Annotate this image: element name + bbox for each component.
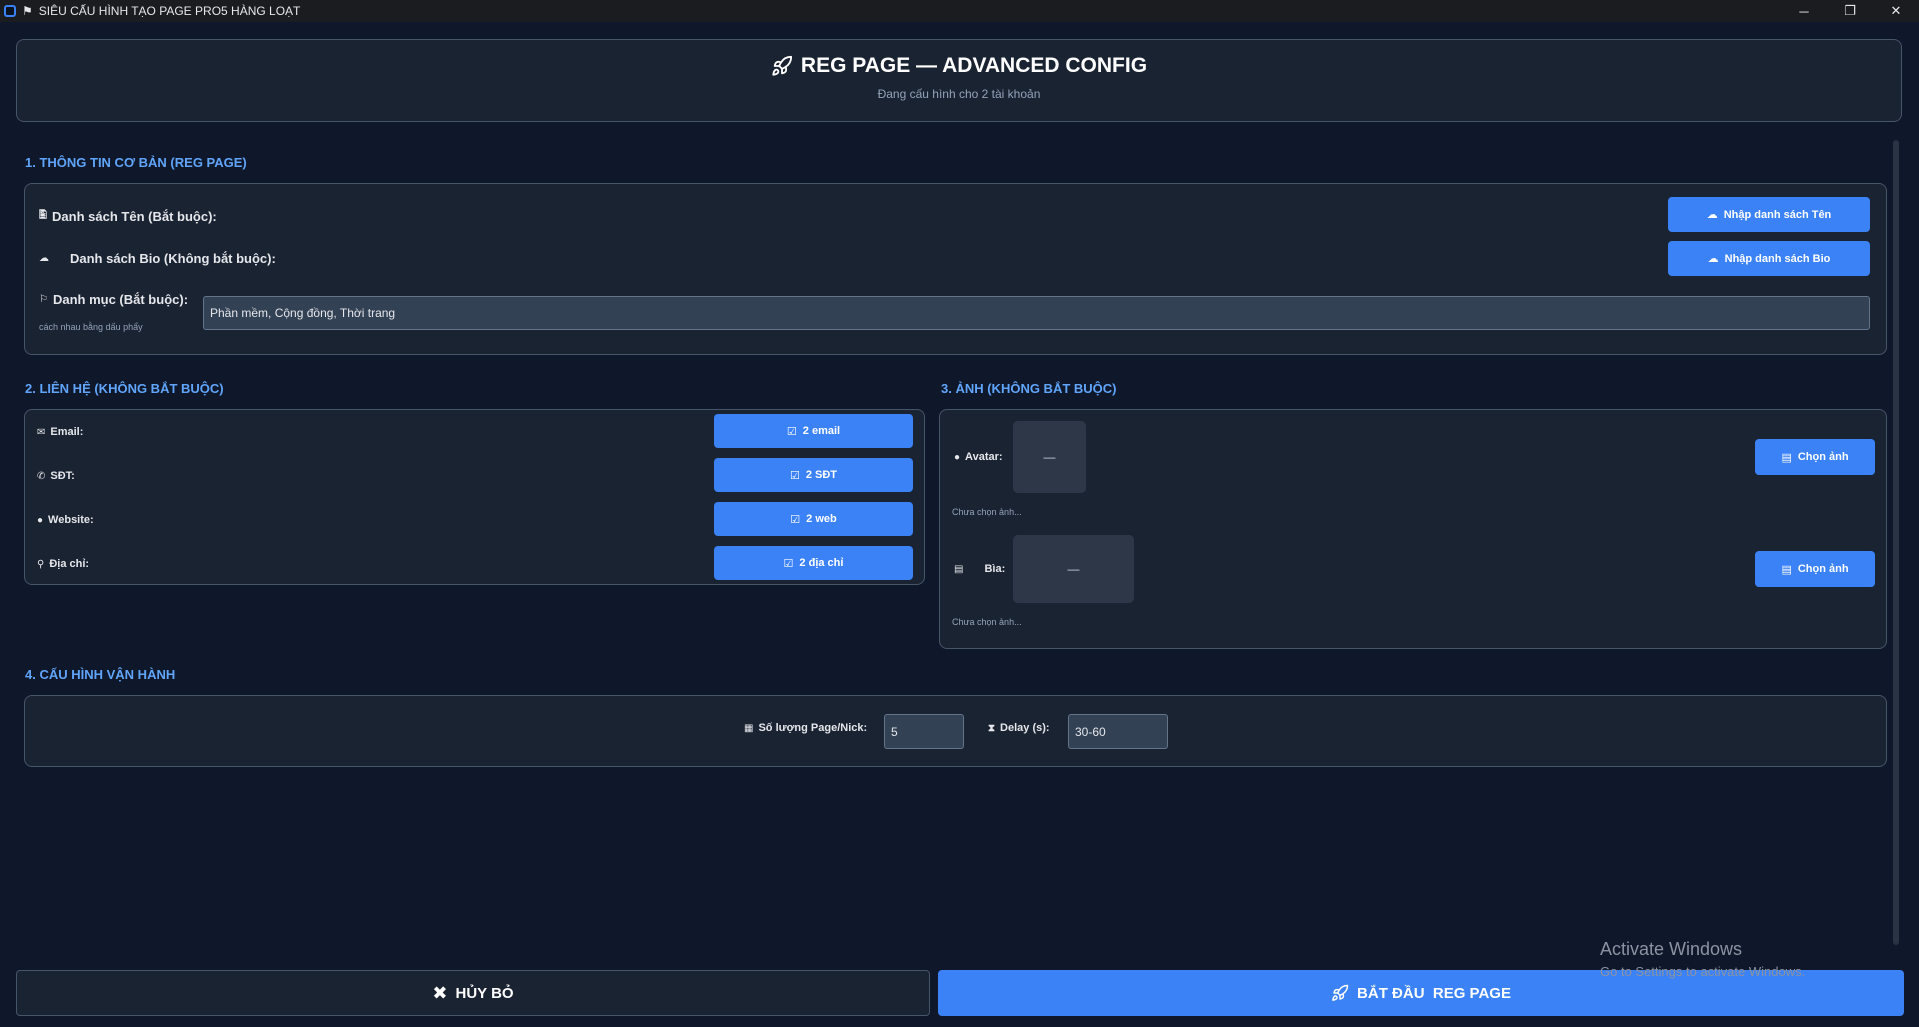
avatar-label: ● Avatar: [954, 451, 1003, 463]
quantity-label: ▦ Số lượng Page/Nick: [744, 722, 868, 734]
basic-info-card: 🖺 Danh sách Tên (Bắt buộc): ☁ Danh sách … [24, 183, 1887, 355]
window-title: SIÊU CẤU HÌNH TẠO PAGE PRO5 HÀNG LOẠT [38, 4, 301, 18]
checkbox-icon: ☑ [790, 513, 801, 526]
delay-input[interactable] [1068, 714, 1168, 749]
email-label: ✉ Email: [37, 426, 84, 438]
name-list-label: 🖺 Danh sách Tên (Bắt buộc): [39, 209, 217, 224]
cover-status: Chưa chọn ảnh... [952, 617, 1022, 627]
website-button[interactable]: ☑ 2 web [714, 502, 913, 536]
hourglass-icon: ⧗ [988, 722, 996, 734]
envelope-icon: ✉ [37, 426, 46, 438]
section-basic-info-title: 1. THÔNG TIN CƠ BẢN (REG PAGE) [25, 155, 247, 170]
section-contact-title: 2. LIÊN HỆ (KHÔNG BẮT BUỘC) [25, 381, 224, 396]
avatar-status: Chưa chọn ảnh... [952, 507, 1022, 517]
category-label: ⚐ Danh mục (Bắt buộc): [39, 292, 189, 307]
image-card: ● Avatar: — Chưa chọn ảnh... ▤ Chọn ảnh … [939, 409, 1887, 649]
contact-card: ✉ Email: ☑ 2 email ✆ SĐT: ☑ 2 SĐT ● Webs… [24, 409, 925, 585]
pin-icon: ⚲ [37, 558, 45, 570]
cloud-upload-icon: ☁ [1707, 253, 1719, 265]
checkbox-icon: ☑ [789, 469, 800, 482]
address-button[interactable]: ☑ 2 địa chỉ [714, 546, 913, 580]
page-subtitle: Đang cấu hình cho 2 tài khoản [877, 87, 1041, 101]
checkbox-icon: ☑ [786, 425, 797, 438]
user-icon: ● [954, 451, 961, 463]
cancel-button[interactable]: ✖ HỦY BỎ [16, 970, 930, 1016]
grid-icon: ▦ [744, 722, 754, 734]
vertical-scrollbar[interactable] [1893, 140, 1899, 945]
avatar-preview: — [1013, 421, 1086, 493]
window-titlebar: ⚑ SIÊU CẤU HÌNH TẠO PAGE PRO5 HÀNG LOẠT … [0, 0, 1919, 22]
choose-cover-button[interactable]: ▤ Chọn ảnh [1755, 551, 1875, 587]
close-icon: ✖ [432, 982, 448, 1003]
flag-icon: ⚑ [22, 4, 33, 18]
import-bio-button[interactable]: ☁ Nhập danh sách Bio [1668, 241, 1870, 276]
file-icon: 🖺 [39, 210, 48, 221]
image-icon: ▤ [1781, 563, 1792, 576]
address-label: ⚲ Địa chỉ: [37, 558, 90, 570]
category-input[interactable] [203, 296, 1870, 330]
cover-label: ▤ Bìa: [954, 563, 1006, 575]
checkbox-icon: ☑ [783, 557, 794, 570]
minimize-button[interactable]: ─ [1781, 0, 1827, 22]
quantity-input[interactable] [884, 714, 964, 749]
image-icon: ▤ [954, 563, 964, 575]
rocket-icon [772, 55, 793, 76]
cover-preview: — [1013, 535, 1134, 603]
operation-card: ▦ Số lượng Page/Nick: ⧗ Delay (s): [24, 695, 1887, 767]
email-button[interactable]: ☑ 2 email [714, 414, 913, 448]
delay-label: ⧗ Delay (s): [988, 722, 1050, 734]
image-icon: ▤ [1781, 451, 1792, 464]
app-icon [4, 5, 16, 17]
phone-label: ✆ SĐT: [37, 470, 75, 482]
globe-icon: ● [37, 514, 44, 526]
activation-watermark: Activate Windows Go to Settings to activ… [1600, 939, 1806, 979]
website-label: ● Website: [37, 514, 94, 526]
page-title: REG PAGE — ADVANCED CONFIG [800, 54, 1148, 77]
phone-button[interactable]: ☑ 2 SĐT [714, 458, 913, 492]
section-operation-title: 4. CẤU HÌNH VẬN HÀNH [25, 667, 176, 682]
section-image-title: 3. ẢNH (KHÔNG BẮT BUỘC) [941, 381, 1117, 396]
category-hint: cách nhau bằng dấu phẩy [39, 322, 143, 332]
header-card: REG PAGE — ADVANCED CONFIG Đang cấu hình… [16, 39, 1902, 122]
cloud-upload-icon: ☁ [1706, 209, 1718, 221]
import-names-button[interactable]: ☁ Nhập danh sách Tên [1668, 197, 1870, 232]
phone-icon: ✆ [37, 470, 46, 482]
restore-button[interactable]: ❐ [1827, 0, 1873, 22]
tag-icon: ⚐ [39, 294, 48, 305]
cloud-upload-icon: ☁ [39, 253, 49, 264]
bio-list-label: ☁ Danh sách Bio (Không bắt buộc): [39, 251, 276, 266]
choose-avatar-button[interactable]: ▤ Chọn ảnh [1755, 439, 1875, 475]
close-window-button[interactable]: ✕ [1873, 0, 1919, 22]
rocket-icon [1332, 984, 1349, 1001]
